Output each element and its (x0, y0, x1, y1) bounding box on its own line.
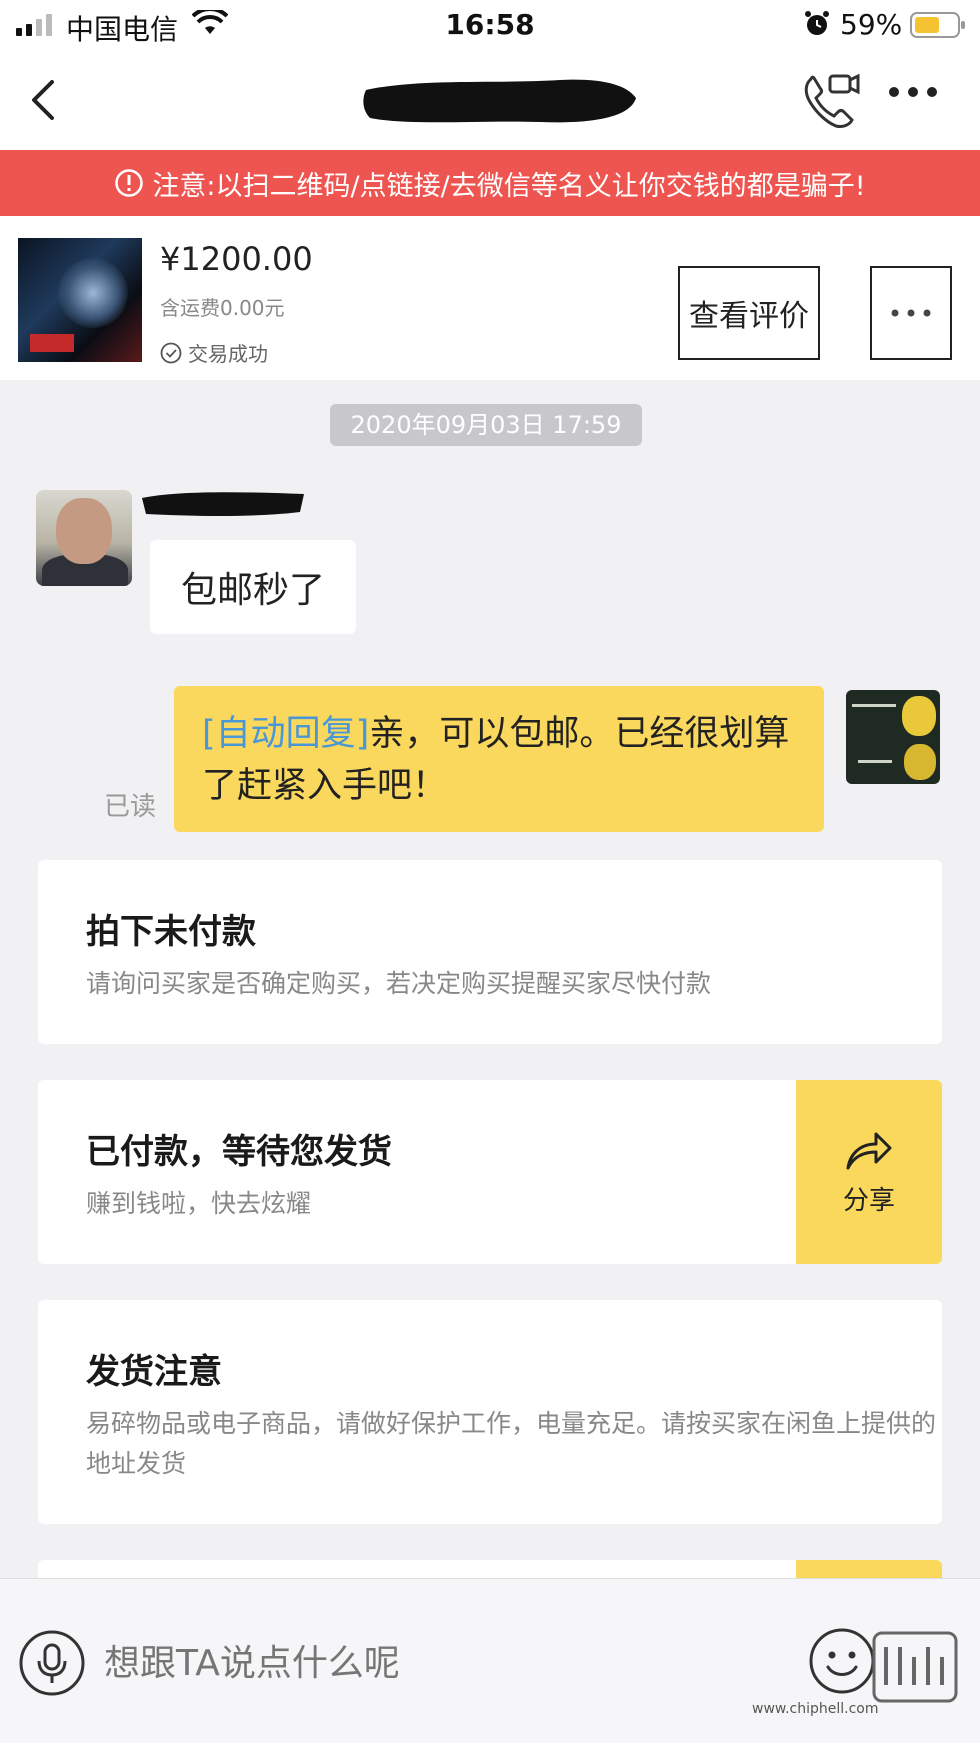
warning-text: 注意:以扫二维码/点链接/去微信等名义让你交钱的都是骗子! (152, 170, 866, 202)
share-label: 分享 (842, 1185, 895, 1216)
trade-status-label: 交易成功 (188, 342, 268, 366)
chat-timestamp: 2020年09月03日 17:59 (330, 404, 642, 446)
incoming-message-text: 包邮秒了 (180, 570, 325, 611)
back-icon[interactable] (22, 74, 62, 126)
redacted-title (363, 79, 636, 123)
card-title: 发货注意 (86, 1352, 222, 1392)
seller-avatar[interactable] (36, 490, 132, 586)
incoming-message: 包邮秒了 (150, 540, 356, 634)
message-input-bar: www.chiphell.com (0, 1578, 980, 1743)
trade-status: 交易成功 (160, 338, 268, 367)
card-description: 易碎物品或电子商品，请做好保护工作，电量充足。请按买家在闲鱼上提供的地址发货 (86, 1409, 937, 1478)
shipping-fee: 含运费0.00元 (160, 296, 285, 320)
battery-percent: 59% (840, 8, 903, 41)
nav-bar (0, 50, 980, 150)
product-thumbnail[interactable] (18, 238, 142, 362)
outgoing-message: [自动回复]亲，可以包邮。已经很划算了赶紧入手吧！ (174, 686, 824, 832)
more-icon (891, 309, 931, 317)
alarm-icon (805, 11, 829, 35)
card-paid-awaiting-shipment: 已付款，等待您发货 赚到钱啦，快去炫耀 分享 (38, 1080, 942, 1264)
product-price: ¥1200.00 (160, 240, 313, 278)
card-description: 请询问买家是否确定购买，若决定购买提醒买家尽快付款 (86, 969, 712, 998)
exclamation-icon (115, 169, 144, 197)
card-shipping-notice: 发货注意 易碎物品或电子商品，请做好保护工作，电量充足。请按买家在闲鱼上提供的地… (38, 1300, 942, 1524)
auto-reply-tag: [自动回复] (202, 714, 370, 754)
status-bar: 中国电信 16:58 59% (0, 0, 980, 50)
card-description: 赚到钱啦，快去炫耀 (86, 1189, 312, 1218)
product-more-button[interactable] (870, 266, 952, 360)
more-icon[interactable] (888, 86, 938, 98)
share-button[interactable]: 分享 (796, 1080, 942, 1264)
view-review-button[interactable]: 查看评价 (678, 266, 820, 360)
clock: 16:58 (445, 8, 535, 41)
message-input[interactable] (104, 1643, 704, 1684)
product-summary: ¥1200.00 含运费0.00元 交易成功 查看评价 (0, 216, 980, 380)
card-title: 已付款，等待您发货 (86, 1132, 392, 1172)
watermark-url: www.chiphell.com (752, 1701, 879, 1717)
chiphell-watermark-logo (872, 1631, 958, 1703)
my-avatar[interactable] (846, 690, 940, 784)
card-title: 拍下未付款 (86, 912, 256, 952)
battery-icon (910, 12, 965, 38)
share-icon (846, 1132, 892, 1169)
fraud-warning-banner: 注意:以扫二维码/点链接/去微信等名义让你交钱的都是骗子! (0, 150, 980, 216)
check-circle-icon (160, 342, 182, 363)
read-receipt: 已读 (104, 792, 157, 822)
microphone-icon[interactable] (18, 1629, 86, 1697)
emoji-icon[interactable] (808, 1627, 876, 1695)
video-call-icon[interactable] (800, 70, 862, 130)
redacted-username (142, 492, 304, 516)
card-unpaid: 拍下未付款 请询问买家是否确定购买，若决定购买提醒买家尽快付款 (38, 860, 942, 1044)
